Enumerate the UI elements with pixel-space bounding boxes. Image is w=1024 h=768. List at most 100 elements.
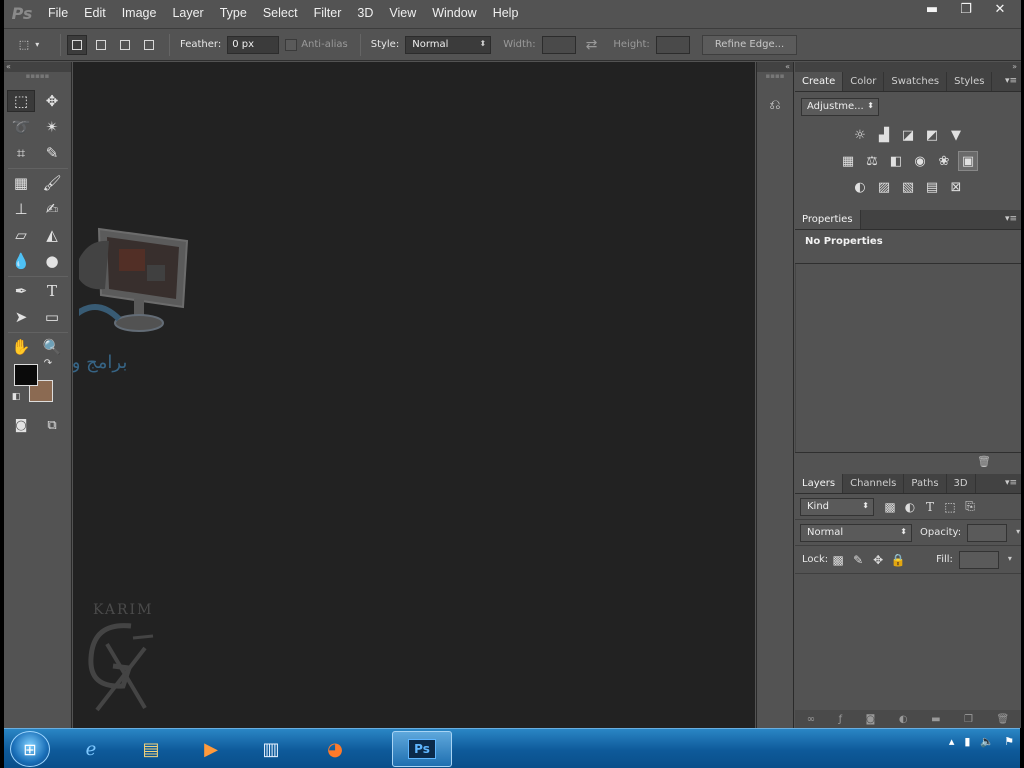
threshold-icon[interactable]: ▧ bbox=[899, 178, 917, 196]
minimize-button[interactable]: ▬ bbox=[915, 0, 949, 18]
selective-color-icon[interactable]: ⊠ bbox=[947, 178, 965, 196]
blend-mode-select[interactable]: Normal ⬍ bbox=[800, 523, 912, 542]
media-player-icon[interactable]: ▶ bbox=[184, 731, 238, 767]
magic-wand-tool[interactable]: ✴ bbox=[38, 116, 66, 138]
start-button[interactable]: ⊞ bbox=[10, 731, 50, 767]
feather-input[interactable]: 0 px bbox=[227, 35, 280, 54]
explorer-icon[interactable]: ▤ bbox=[124, 731, 178, 767]
blur-tool[interactable]: 💧 bbox=[7, 250, 35, 272]
gradient-map-icon[interactable]: ▤ bbox=[923, 178, 941, 196]
panel-menu-icon[interactable]: ▾≡ bbox=[1005, 478, 1017, 488]
lock-transparent-icon[interactable]: ▩ bbox=[828, 553, 848, 567]
swap-colors-icon[interactable]: ↷ bbox=[40, 356, 56, 370]
trash-icon[interactable]: 🗑 bbox=[977, 455, 991, 468]
crop-tool[interactable]: ⌗ bbox=[7, 142, 35, 164]
pen-tool[interactable]: ✒ bbox=[7, 280, 35, 302]
panel-grip[interactable]: ▪▪▪▪▪ bbox=[4, 72, 71, 80]
tool-preset-picker[interactable]: ⬚ ▾ bbox=[4, 33, 54, 57]
photoshop-icon[interactable]: Ps bbox=[392, 731, 452, 767]
screen-mode-icon[interactable]: ⧉ bbox=[38, 414, 66, 436]
restore-button[interactable]: ❐ bbox=[949, 0, 983, 18]
tab-color[interactable]: Color bbox=[843, 72, 885, 91]
levels-icon[interactable]: ▟ bbox=[875, 126, 893, 144]
quick-mask-icon[interactable]: ◙ bbox=[7, 414, 35, 436]
new-layer-icon[interactable]: ❐ bbox=[964, 714, 973, 725]
move-tool[interactable]: ✥ bbox=[38, 90, 66, 112]
curves-icon[interactable]: ◪ bbox=[899, 126, 917, 144]
pixel-filter-icon[interactable]: ▩ bbox=[880, 500, 900, 514]
menu-file[interactable]: File bbox=[40, 0, 76, 27]
tab-paths[interactable]: Paths bbox=[904, 474, 947, 493]
menu-layer[interactable]: Layer bbox=[164, 0, 211, 27]
eyedropper-tool[interactable]: ✎ bbox=[38, 142, 66, 164]
brush-tool[interactable]: 🖌 bbox=[38, 172, 66, 194]
dodge-tool[interactable]: ● bbox=[38, 250, 66, 272]
menu-image[interactable]: Image bbox=[114, 0, 165, 27]
layers-list[interactable] bbox=[795, 574, 1021, 704]
posterize-icon[interactable]: ▨ bbox=[875, 178, 893, 196]
intersect-selection-button[interactable] bbox=[139, 35, 159, 55]
tab-swatches[interactable]: Swatches bbox=[884, 72, 948, 91]
app-logo[interactable]: Ps bbox=[4, 0, 40, 27]
new-selection-button[interactable] bbox=[67, 34, 87, 55]
menu-window[interactable]: Window bbox=[424, 0, 484, 27]
panel-menu-icon[interactable]: ▾≡ bbox=[1005, 76, 1017, 86]
clone-stamp-tool[interactable]: ⊥ bbox=[7, 198, 35, 220]
menu-edit[interactable]: Edit bbox=[76, 0, 114, 27]
photo-filter-icon[interactable]: ◉ bbox=[911, 152, 929, 170]
tab-layers[interactable]: Layers bbox=[795, 474, 844, 493]
fx-icon[interactable]: ƒ bbox=[839, 714, 843, 725]
tab-styles[interactable]: Styles bbox=[947, 72, 993, 91]
menu-type[interactable]: Type bbox=[212, 0, 255, 27]
path-selection-tool[interactable]: ➤ bbox=[7, 306, 35, 328]
adjustment-filter-icon[interactable]: ◐ bbox=[900, 500, 920, 514]
firefox-icon[interactable]: ◕ bbox=[308, 731, 362, 767]
width-input[interactable] bbox=[541, 35, 576, 54]
lock-all-icon[interactable]: 🔒 bbox=[888, 553, 908, 567]
hand-tool[interactable]: ✋ bbox=[7, 336, 35, 358]
adjustments-dropdown[interactable]: Adjustme... ⬍ bbox=[801, 98, 879, 116]
antialias-checkbox[interactable] bbox=[285, 38, 298, 51]
color-balance-icon[interactable]: ⚖ bbox=[863, 152, 881, 170]
lasso-tool[interactable]: ➰ bbox=[7, 116, 35, 138]
type-filter-icon[interactable]: T bbox=[920, 500, 940, 514]
height-input[interactable] bbox=[655, 35, 690, 54]
default-colors-icon[interactable]: ◧ bbox=[8, 390, 24, 404]
panel-menu-icon[interactable]: ▾≡ bbox=[1005, 214, 1017, 224]
rectangular-marquee-tool[interactable]: ⬚ bbox=[7, 90, 35, 112]
close-button[interactable]: ✕ bbox=[983, 0, 1017, 18]
link-layers-icon[interactable]: ∞ bbox=[807, 714, 815, 725]
history-panel-icon[interactable]: ⎌ bbox=[764, 94, 786, 116]
tab-3d[interactable]: 3D bbox=[947, 474, 976, 493]
app-icon[interactable]: ▥ bbox=[244, 731, 298, 767]
volume-icon[interactable]: 🔈 bbox=[980, 735, 994, 748]
collapse-panels-icon[interactable]: » bbox=[795, 62, 1021, 72]
new-adjustment-icon[interactable]: ◐ bbox=[899, 714, 908, 725]
delete-layer-icon[interactable]: 🗑 bbox=[996, 714, 1009, 725]
lock-pixels-icon[interactable]: ✎ bbox=[848, 553, 868, 567]
eraser-tool[interactable]: ▱ bbox=[7, 224, 35, 246]
black-white-icon[interactable]: ◧ bbox=[887, 152, 905, 170]
tray-arrow-icon[interactable]: ▴ bbox=[949, 735, 955, 748]
collapse-icon[interactable]: « bbox=[4, 62, 71, 72]
new-group-icon[interactable]: ▬ bbox=[931, 714, 940, 725]
ie-icon[interactable]: ℯ bbox=[64, 731, 118, 767]
menu-view[interactable]: View bbox=[381, 0, 424, 27]
type-tool[interactable]: T bbox=[38, 280, 66, 302]
healing-brush-tool[interactable]: ▦ bbox=[7, 172, 35, 194]
menu-help[interactable]: Help bbox=[485, 0, 527, 27]
color-lookup-icon[interactable]: ▣ bbox=[958, 151, 978, 171]
subtract-selection-button[interactable] bbox=[115, 35, 135, 55]
network-icon[interactable]: ▮ bbox=[964, 735, 970, 748]
brightness-icon[interactable]: ☼ bbox=[851, 126, 869, 144]
rectangle-tool[interactable]: ▭ bbox=[38, 306, 66, 328]
menu-select[interactable]: Select bbox=[255, 0, 306, 27]
kind-filter-select[interactable]: Kind ⬍ bbox=[800, 497, 874, 516]
shape-filter-icon[interactable]: ⬚ bbox=[940, 500, 960, 514]
expand-icon[interactable]: « bbox=[757, 62, 793, 72]
menu-3d[interactable]: 3D bbox=[349, 0, 381, 27]
add-to-selection-button[interactable] bbox=[91, 35, 111, 55]
canvas-area[interactable]: برامج وملحقات KARIM bbox=[73, 62, 755, 728]
channel-mixer-icon[interactable]: ❀ bbox=[935, 152, 953, 170]
vibrance-icon[interactable]: ▼ bbox=[947, 126, 965, 144]
